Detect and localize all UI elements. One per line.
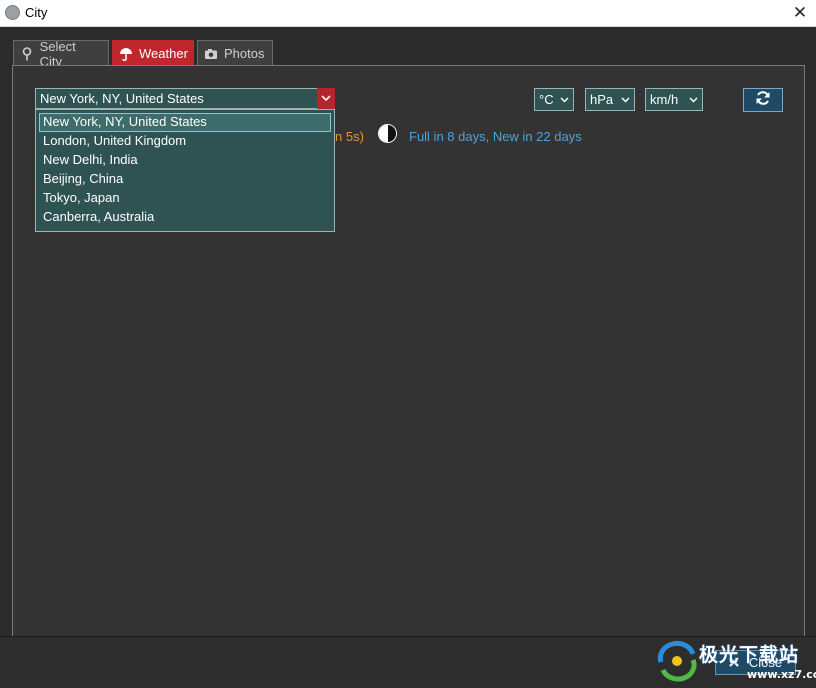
temperature-unit-value: °C [539,92,554,107]
dropdown-option[interactable]: New York, NY, United States [39,113,331,132]
watermark: 极光下载站 www.xz7.com [655,640,816,685]
dropdown-option[interactable]: London, United Kingdom [39,132,331,151]
camera-icon [204,47,218,61]
title-bar: City ✕ [0,0,816,27]
pressure-unit-select[interactable]: hPa [585,88,635,111]
tab-weather[interactable]: Weather [112,40,194,66]
tab-label: Weather [139,46,188,61]
wind-unit-select[interactable]: km/h [645,88,703,111]
city-select-value: New York, NY, United States [40,91,204,106]
refresh-icon [755,90,771,111]
chevron-down-icon [689,89,698,110]
moon-phase-text: Full in 8 days, New in 22 days [409,129,582,144]
umbrella-icon [119,47,133,61]
wind-unit-value: km/h [650,92,679,107]
watermark-url: www.xz7.com [747,668,816,681]
app-window: City ✕ Select City Weather Photos New Yo… [0,0,816,688]
window-close-button[interactable]: ✕ [786,2,814,24]
dropdown-option[interactable]: Beijing, China [39,170,331,189]
tab-label: Select City [39,38,76,69]
temperature-unit-select[interactable]: °C [534,88,574,111]
window-title: City [25,5,48,20]
chevron-down-icon[interactable] [317,88,335,109]
tab-label: Photos [224,46,265,61]
chevron-down-icon [621,89,630,110]
city-dropdown-list: New York, NY, United States London, Unit… [35,109,335,232]
app-icon [5,5,20,20]
client-area: Select City Weather Photos New York, NY,… [1,27,815,687]
update-countdown: n 5s) [335,129,364,144]
watermark-logo-icon [657,640,697,682]
weather-panel: New York, NY, United States n 5s) Full i… [12,65,805,654]
tab-photos[interactable]: Photos [197,40,273,66]
watermark-text: 极光下载站 [699,644,800,666]
map-pin-icon [20,46,34,61]
dropdown-option[interactable]: Tokyo, Japan [39,189,331,208]
dropdown-option[interactable]: Canberra, Australia [39,208,331,227]
half-moon-icon [378,124,397,143]
chevron-down-icon [560,89,569,110]
pressure-unit-value: hPa [590,92,614,107]
city-select[interactable]: New York, NY, United States [35,88,335,109]
refresh-button[interactable] [743,88,783,112]
dropdown-option[interactable]: New Delhi, India [39,151,331,170]
tab-select-city[interactable]: Select City [13,38,109,69]
